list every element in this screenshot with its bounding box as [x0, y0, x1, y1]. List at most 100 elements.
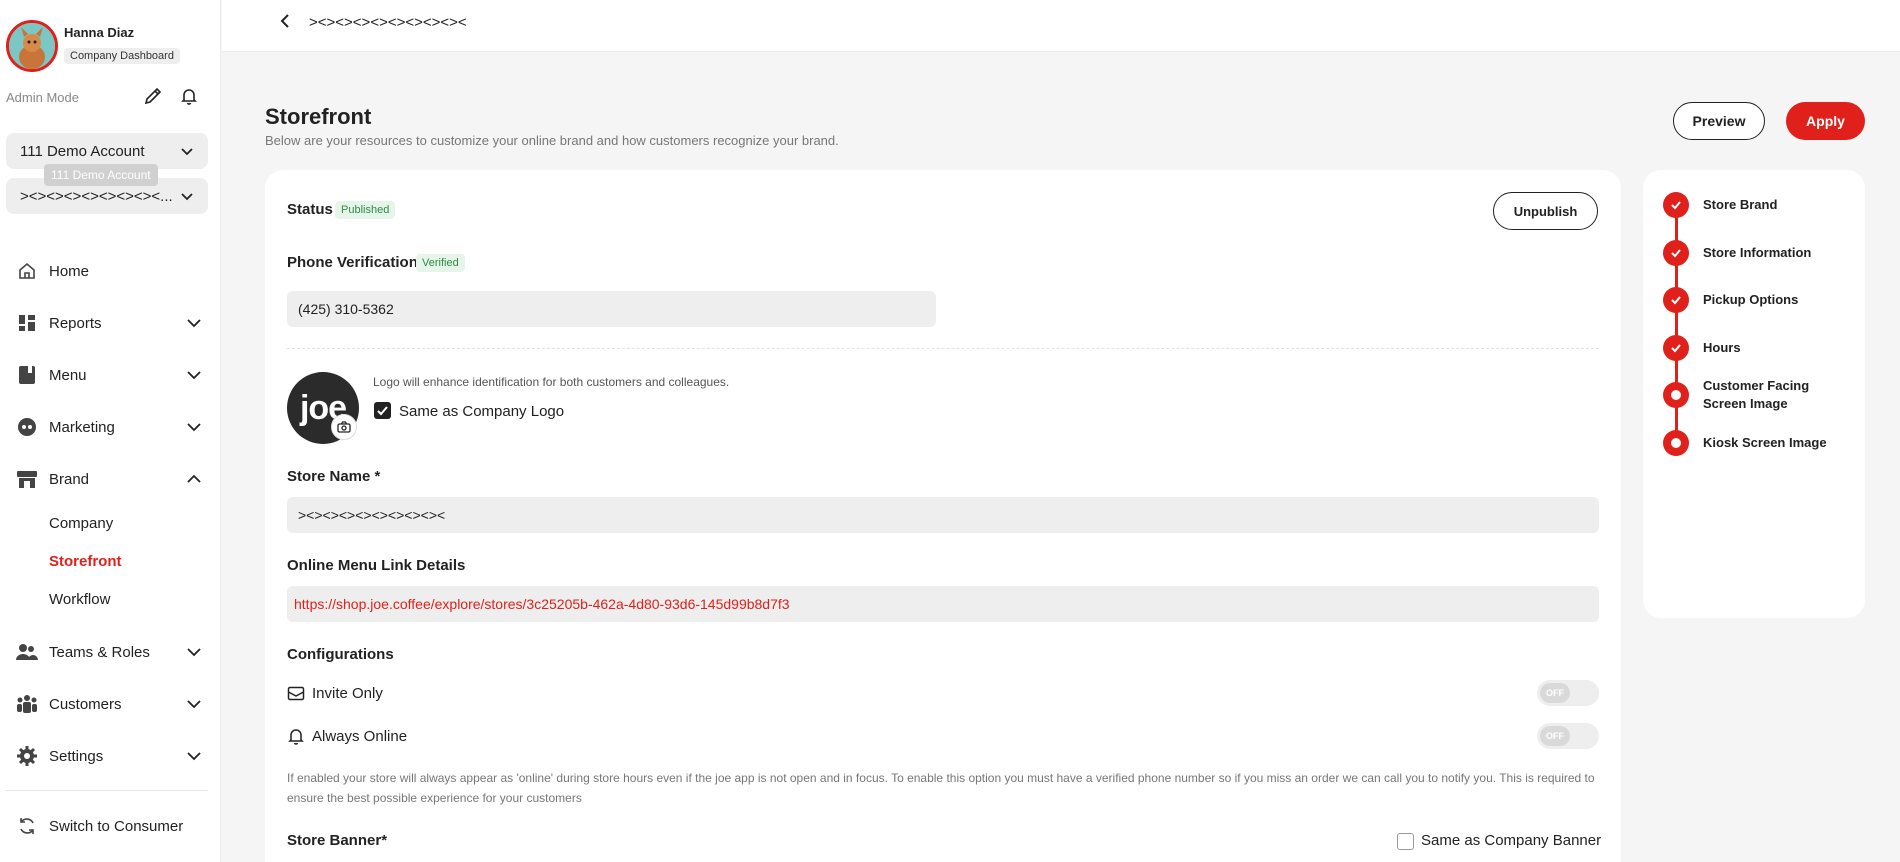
chevron-down-icon: [187, 423, 201, 432]
section-divider: [287, 348, 1599, 349]
nav-brand-workflow[interactable]: Workflow: [49, 591, 110, 608]
step-label: Customer Facing Screen Image: [1703, 378, 1810, 411]
chevron-up-icon: [187, 474, 201, 483]
home-icon: [16, 260, 38, 282]
storefront-form-card: Status Published Unpublish Phone Verific…: [265, 170, 1621, 862]
nav-reports[interactable]: Reports: [16, 308, 202, 338]
account-select-value: 111 Demo Account: [20, 142, 145, 160]
nav-menu[interactable]: Menu: [16, 360, 202, 390]
store-name-field[interactable]: ><><><><><><><><><: [287, 497, 1599, 533]
breadcrumb: ><><><><><><><><><: [309, 14, 467, 31]
always-online-toggle[interactable]: OFF: [1537, 723, 1599, 749]
step-label: Hours: [1703, 340, 1741, 355]
status-label: Status: [287, 201, 333, 218]
same-banner-label: Same as Company Banner: [1421, 832, 1602, 849]
step-store-brand[interactable]: Store Brand: [1663, 192, 1858, 218]
step-label: Store Information: [1703, 245, 1812, 260]
switch-label: Switch to Consumer: [49, 817, 184, 835]
step-label: Pickup Options: [1703, 292, 1799, 307]
online-menu-link-label: Online Menu Link Details: [287, 557, 466, 574]
step-label: Kiosk Screen Image: [1703, 435, 1827, 450]
bell-icon: [288, 729, 304, 745]
always-online-row: Always Online OFF: [287, 723, 1599, 749]
chevron-down-icon: [187, 648, 201, 657]
customers-icon: [16, 693, 38, 715]
bell-icon[interactable]: [179, 86, 199, 106]
nav-customers[interactable]: Customers: [16, 689, 202, 719]
store-name-label: Store Name *: [287, 468, 381, 485]
store-icon: [16, 468, 38, 490]
nav-customers-label: Customers: [49, 695, 122, 713]
same-banner-checkbox[interactable]: [1397, 833, 1414, 850]
marketing-icon: [16, 416, 38, 438]
configurations-label: Configurations: [287, 646, 394, 663]
gear-icon: [16, 745, 38, 767]
chevron-down-icon: [187, 752, 201, 761]
check-icon: [1663, 192, 1689, 218]
online-menu-link[interactable]: https://shop.joe.coffee/explore/stores/3…: [287, 586, 1599, 622]
same-logo-label: Same as Company Logo: [399, 403, 565, 420]
nav-reports-label: Reports: [49, 314, 102, 332]
page-subtitle: Below are your resources to customize yo…: [265, 133, 839, 148]
nav-settings[interactable]: Settings: [16, 741, 202, 771]
envelope-icon: [287, 686, 305, 701]
avatar[interactable]: [6, 20, 58, 72]
chevron-down-icon: [187, 700, 201, 709]
check-icon: [1663, 240, 1689, 266]
book-icon: [16, 364, 38, 386]
progress-steps: Store Brand Store Information Pickup Opt…: [1643, 170, 1865, 618]
invite-only-label: Invite Only: [312, 684, 383, 702]
store-banner-label: Store Banner*: [287, 832, 388, 849]
top-bar: ><><><><><><><><><: [222, 0, 1900, 52]
sidebar: Hanna Diaz Company Dashboard Admin Mode …: [0, 0, 221, 862]
chevron-down-icon: [187, 319, 201, 328]
check-icon: [1663, 287, 1689, 313]
step-hours[interactable]: Hours: [1663, 335, 1858, 361]
check-icon: [377, 406, 388, 416]
toggle-knob: OFF: [1540, 683, 1570, 703]
always-online-help: If enabled your store will always appear…: [287, 771, 1595, 805]
admin-mode-label: Admin Mode: [6, 90, 79, 105]
step-kiosk-screen-image[interactable]: Kiosk Screen Image: [1663, 430, 1858, 456]
nav-marketing[interactable]: Marketing: [16, 412, 202, 442]
page-title: Storefront: [265, 104, 372, 129]
check-icon: [1663, 335, 1689, 361]
logo-note: Logo will enhance identification for bot…: [373, 375, 730, 389]
chevron-down-icon: [181, 193, 193, 201]
sidebar-divider: [6, 790, 208, 791]
verified-badge: Verified: [416, 254, 465, 272]
step-pickup-options[interactable]: Pickup Options: [1663, 287, 1858, 313]
store-select-value: ><><><><><><><><...: [20, 187, 173, 205]
nav-marketing-label: Marketing: [49, 418, 115, 436]
preview-button[interactable]: Preview: [1673, 102, 1765, 140]
pending-step-icon: [1663, 430, 1689, 456]
role-badge: Company Dashboard: [64, 48, 180, 64]
pencil-icon[interactable]: [143, 86, 163, 106]
nav-brand-storefront[interactable]: Storefront: [49, 553, 122, 570]
nav-brand[interactable]: Brand: [16, 464, 202, 494]
switch-to-consumer[interactable]: Switch to Consumer: [16, 811, 202, 841]
nav-teams[interactable]: Teams & Roles: [16, 637, 202, 667]
phone-field[interactable]: (425) 310-5362: [287, 291, 936, 327]
nav-settings-label: Settings: [49, 747, 104, 765]
chevron-down-icon: [181, 148, 193, 156]
back-arrow-icon[interactable]: [277, 13, 293, 29]
step-customer-facing-screen-image[interactable]: Customer Facing Screen Image: [1663, 377, 1858, 413]
same-logo-checkbox[interactable]: [374, 402, 391, 419]
always-online-label: Always Online: [312, 727, 408, 745]
nav-home[interactable]: Home: [16, 256, 202, 286]
nav-teams-label: Teams & Roles: [49, 643, 150, 661]
camera-icon[interactable]: [331, 414, 357, 440]
apply-button[interactable]: Apply: [1786, 102, 1865, 140]
invite-only-toggle[interactable]: OFF: [1537, 680, 1599, 706]
pending-step-icon: [1663, 382, 1689, 408]
step-store-information[interactable]: Store Information: [1663, 240, 1858, 266]
user-name: Hanna Diaz: [64, 25, 135, 40]
invite-only-row: Invite Only OFF: [287, 680, 1599, 706]
nav-home-label: Home: [49, 262, 90, 280]
chevron-down-icon: [187, 371, 201, 380]
nav-brand-company[interactable]: Company: [49, 515, 113, 532]
nav-brand-label: Brand: [49, 470, 90, 488]
account-tooltip: 111 Demo Account: [44, 164, 158, 186]
unpublish-button[interactable]: Unpublish: [1493, 192, 1598, 230]
